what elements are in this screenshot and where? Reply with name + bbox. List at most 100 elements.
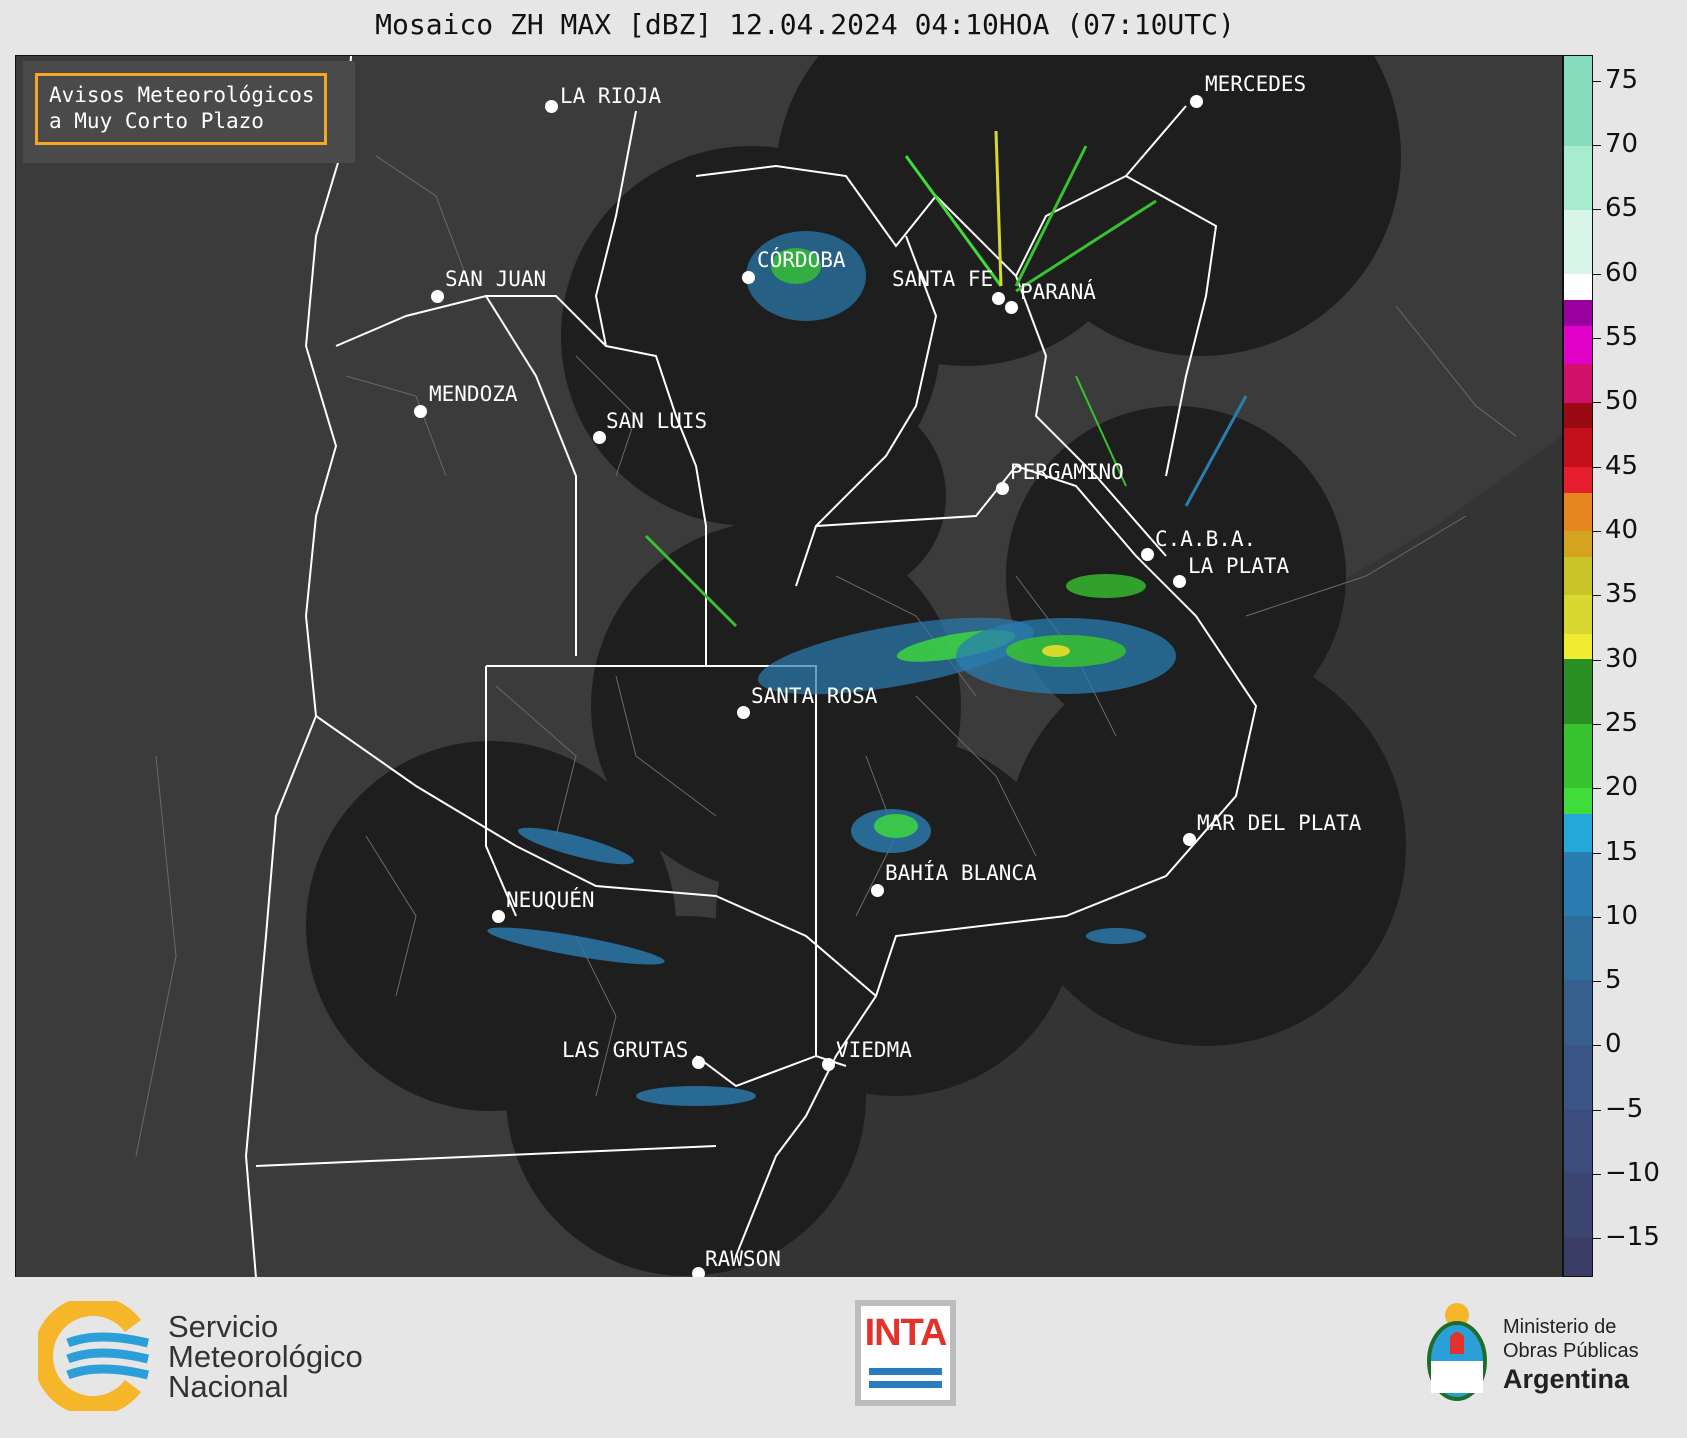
colorbar-tick-label: 45	[1605, 450, 1639, 481]
warnings-badge-frame: Avisos Meteorológicos a Muy Corto Plazo	[35, 73, 327, 145]
colorbar-tick-label: 15	[1605, 836, 1639, 867]
city-label: CÓRDOBA	[757, 248, 846, 272]
city-marker	[431, 290, 444, 303]
city-marker	[1005, 301, 1018, 314]
city-marker	[1183, 833, 1196, 846]
inta-logo: INTA	[855, 1300, 956, 1406]
colorbar-band	[1564, 56, 1592, 146]
city-label: PERGAMINO	[1010, 460, 1124, 484]
city-marker	[1190, 95, 1203, 108]
smn-logo-icon	[38, 1301, 150, 1411]
colorbar-tick-label: 75	[1605, 64, 1639, 95]
city-label: SAN LUIS	[606, 409, 708, 433]
colorbar-band	[1564, 980, 1592, 1045]
smn-line-1: Servicio	[168, 1309, 279, 1344]
colorbar-band	[1564, 556, 1592, 596]
city-label: PARANÁ	[1020, 280, 1096, 304]
colorbar-band	[1564, 659, 1592, 724]
city-label: MENDOZA	[429, 382, 518, 406]
ministry-name: Ministerio de Obras Públicas Argentina	[1503, 1315, 1639, 1395]
coat-of-arms-icon	[1427, 1303, 1487, 1401]
colorbar-band	[1564, 916, 1592, 981]
city-marker	[692, 1056, 705, 1069]
warnings-line-1: Avisos Meteorológicos	[49, 83, 315, 107]
colorbar-band	[1564, 1173, 1592, 1238]
colorbar-band	[1564, 723, 1592, 788]
colorbar-band	[1564, 633, 1592, 660]
city-marker	[737, 706, 750, 719]
city-label: VIEDMA	[836, 1038, 912, 1062]
colorbar-tick-label: −5	[1605, 1093, 1644, 1124]
colorbar-band	[1564, 1044, 1592, 1109]
city-label: LA PLATA	[1188, 554, 1290, 578]
colorbar-band	[1564, 852, 1592, 917]
city-marker	[822, 1058, 835, 1071]
city-marker	[1141, 548, 1154, 561]
warnings-badge: Avisos Meteorológicos a Muy Corto Plazo	[23, 61, 355, 163]
city-marker	[545, 100, 558, 113]
city-marker	[492, 910, 505, 923]
colorbar-tick-label: 10	[1605, 900, 1639, 931]
colorbar-band	[1564, 428, 1592, 467]
city-label: SANTA FE	[892, 267, 994, 291]
colorbar-tick-label: 55	[1605, 321, 1639, 352]
inta-logo-text: INTA	[864, 1312, 948, 1354]
colorbar-band	[1564, 325, 1592, 365]
city-label: LAS GRUTAS	[562, 1038, 689, 1062]
ministry-line-3: Argentina	[1503, 1364, 1630, 1394]
colorbar-tick-label: −10	[1605, 1158, 1660, 1189]
colorbar	[1563, 55, 1593, 1277]
colorbar-tick-label: 20	[1605, 772, 1639, 803]
colorbar-tick-label: 5	[1605, 965, 1622, 996]
city-label: SAN JUAN	[445, 267, 547, 291]
smn-line-3: Nacional	[168, 1369, 289, 1404]
colorbar-tick-label: −15	[1605, 1222, 1660, 1253]
city-marker	[871, 884, 884, 897]
ministry-line-1: Ministerio de	[1503, 1316, 1617, 1338]
colorbar-tick-label: 0	[1605, 1029, 1622, 1060]
colorbar-band	[1564, 531, 1592, 557]
colorbar-band	[1564, 595, 1592, 634]
colorbar-tick-label: 30	[1605, 643, 1639, 674]
colorbar-band	[1564, 210, 1592, 275]
city-marker	[1173, 575, 1186, 588]
colorbar-band	[1564, 492, 1592, 532]
colorbar-band	[1564, 299, 1592, 326]
colorbar-tick-label: 25	[1605, 707, 1639, 738]
colorbar-tick-label: 70	[1605, 129, 1639, 160]
city-label: LA RIOJA	[560, 84, 662, 108]
smn-line-2: Meteorológico	[168, 1339, 363, 1374]
city-marker	[742, 271, 755, 284]
city-marker	[992, 292, 1005, 305]
city-marker	[996, 482, 1009, 495]
city-label: RAWSON	[705, 1247, 781, 1271]
radar-map-canvas	[16, 56, 1562, 1278]
colorbar-tick-label: 50	[1605, 386, 1639, 417]
map-title: Mosaico ZH MAX [dBZ] 12.04.2024 04:10HOA…	[375, 8, 1235, 41]
city-label: BAHÍA BLANCA	[885, 861, 1037, 885]
city-label: SANTA ROSA	[751, 684, 878, 708]
city-label: C.A.B.A.	[1155, 527, 1257, 551]
colorbar-band	[1564, 787, 1592, 814]
city-marker	[593, 431, 606, 444]
smn-name: Servicio Meteorológico Nacional	[168, 1309, 363, 1404]
city-label: NEUQUÉN	[506, 888, 595, 912]
colorbar-tick-label: 40	[1605, 514, 1639, 545]
colorbar-band	[1564, 402, 1592, 429]
city-label: MAR DEL PLATA	[1197, 811, 1362, 835]
ministry-line-2: Obras Públicas	[1503, 1340, 1639, 1362]
city-marker	[414, 405, 427, 418]
colorbar-band	[1564, 145, 1592, 211]
colorbar-band	[1564, 1108, 1592, 1174]
colorbar-tick-label: 65	[1605, 193, 1639, 224]
warnings-line-2: a Muy Corto Plazo	[49, 109, 264, 133]
footer: Servicio Meteorológico Nacional INTA Min…	[0, 1277, 1687, 1438]
colorbar-tick-label: 60	[1605, 257, 1639, 288]
colorbar-band	[1564, 813, 1592, 853]
colorbar-tick-label: 35	[1605, 579, 1639, 610]
colorbar-band	[1564, 1237, 1592, 1276]
radar-map	[15, 55, 1563, 1279]
city-label: MERCEDES	[1205, 72, 1307, 96]
colorbar-band	[1564, 364, 1592, 403]
colorbar-band	[1564, 466, 1592, 493]
